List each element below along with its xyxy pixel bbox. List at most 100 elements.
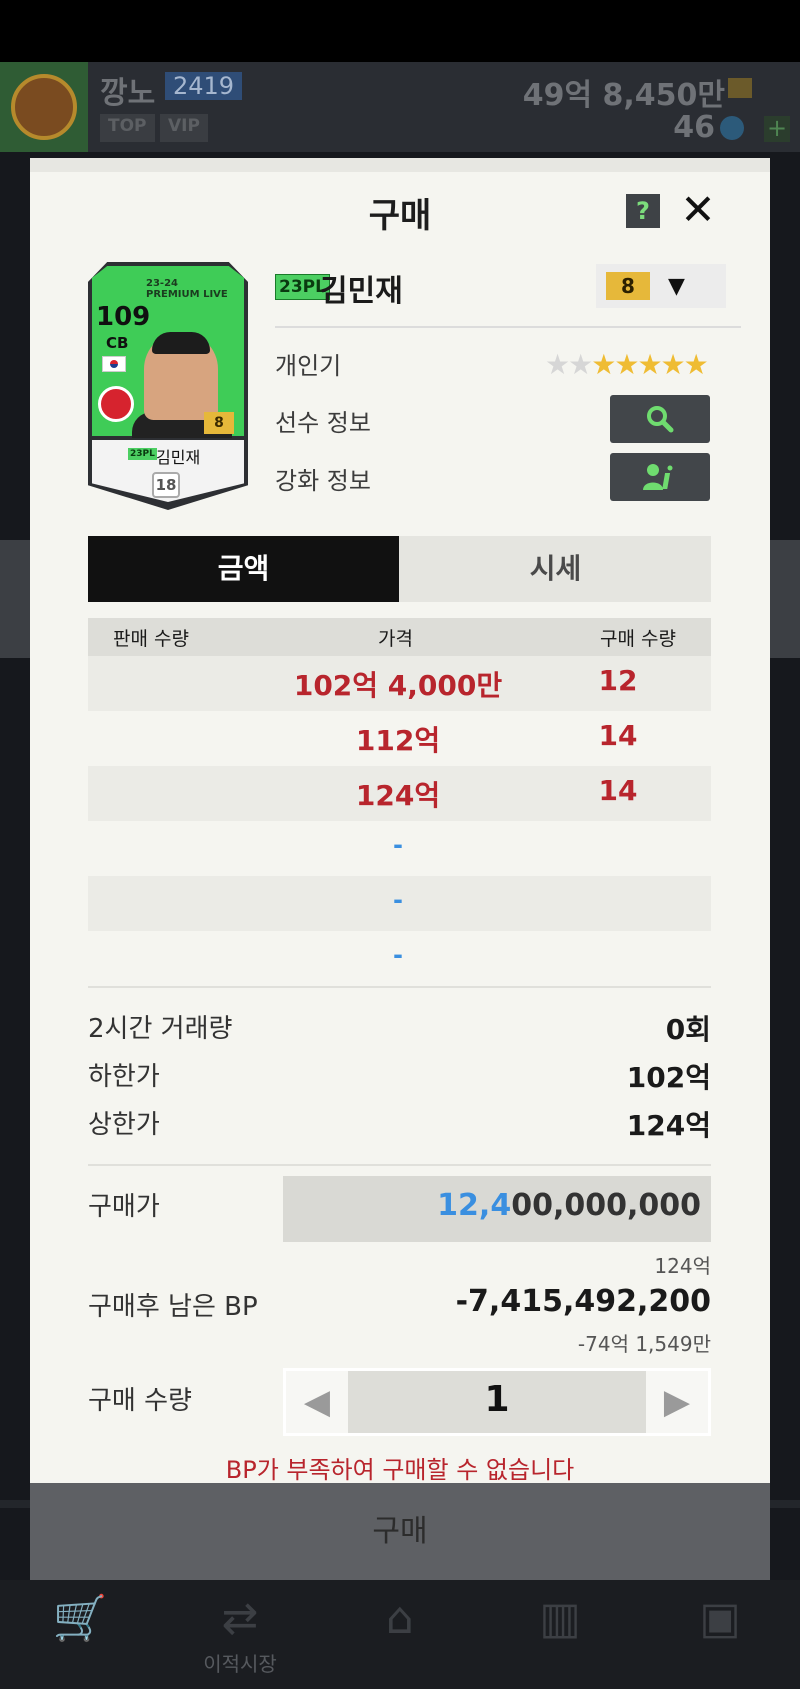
- tab-market-price[interactable]: 시세: [400, 536, 711, 602]
- row-price: -: [393, 831, 403, 859]
- modal-top-strip: [30, 158, 770, 172]
- chevron-down-icon: ▼: [668, 274, 685, 299]
- card-player-name: 김민재: [156, 448, 201, 467]
- row-buy-qty: 12: [598, 664, 638, 697]
- card-season-name: PREMIUM LIVE: [146, 289, 228, 300]
- volume-value: 0회: [665, 1013, 711, 1046]
- buy-price-rest: 00,000,000: [511, 1188, 701, 1223]
- max-price-label: 상한가: [88, 1110, 160, 1140]
- enhance-level-select[interactable]: 8 ▼: [596, 264, 726, 308]
- remaining-bp-label: 구매후 남은 BP: [88, 1292, 258, 1322]
- nav-shop[interactable]: 🛒: [20, 1590, 140, 1680]
- row-buy-qty: 14: [598, 774, 638, 807]
- star-icon: ★: [591, 348, 616, 381]
- card-season: 23-24 PREMIUM LIVE: [146, 278, 228, 300]
- nav-club[interactable]: ▣: [660, 1590, 780, 1680]
- row-price: 124억: [355, 779, 441, 812]
- star-icon: ★: [660, 348, 686, 381]
- tab-amount[interactable]: 금액: [88, 536, 399, 602]
- user-name: 깡노: [100, 76, 156, 111]
- enhance-info-button[interactable]: [610, 453, 710, 501]
- search-icon: [647, 406, 674, 433]
- top-tag: TOP: [100, 114, 155, 142]
- min-price-label: 하한가: [88, 1062, 160, 1092]
- bp-amount: 49억 8,450만: [522, 78, 725, 113]
- enhance-info-label: 강화 정보: [275, 467, 371, 495]
- nav-transfer-label: 이적시장: [203, 1652, 277, 1676]
- table-row[interactable]: 124억 14: [88, 766, 711, 821]
- table-header: 판매 수량 가격 구매 수량: [88, 618, 711, 656]
- korea-flag-icon: [102, 356, 126, 372]
- close-button[interactable]: ✕: [678, 188, 718, 232]
- header-sell-qty: 판매 수량: [113, 628, 189, 650]
- card-ovr: 109: [96, 302, 151, 332]
- player-info-label: 선수 정보: [275, 409, 371, 437]
- table-row: -: [88, 821, 711, 876]
- card-season-year: 23-24: [146, 278, 178, 289]
- remaining-bp-value: -7,415,492,200: [455, 1284, 711, 1319]
- buy-price-highlight: 12,4: [437, 1188, 512, 1223]
- bayern-crest-icon: [98, 386, 134, 422]
- decrease-qty-button[interactable]: ◀: [286, 1371, 348, 1433]
- purchase-modal: 구매 ? ✕ 23-24 PREMIUM LIVE 109 CB 8 23PL …: [30, 158, 770, 1484]
- row-price: 102억 4,000만: [293, 669, 503, 702]
- table-bottom-divider: [88, 986, 711, 990]
- help-button[interactable]: ?: [626, 194, 660, 228]
- home-icon: ⌂: [386, 1593, 414, 1644]
- user-level-badge: 2419: [165, 72, 243, 100]
- buy-price-value: 12,400,000,000: [437, 1188, 701, 1223]
- enhance-level-value: 8: [606, 272, 650, 300]
- quantity-stepper: ◀ 1 ▶: [283, 1368, 711, 1436]
- card-shield-icon: 18: [152, 472, 180, 498]
- row-price: 112억: [355, 724, 441, 757]
- vip-tag: VIP: [160, 114, 208, 142]
- app-screen: 깡노 2419 TOP VIP 49억 8,450만 46 + 구매 ? ✕ 2…: [0, 0, 800, 1689]
- player-info-button[interactable]: [610, 395, 710, 443]
- row-buy-qty: 14: [598, 719, 638, 752]
- min-price-value: 102억: [626, 1061, 711, 1094]
- header-price: 가격: [378, 628, 413, 650]
- row-price: -: [393, 886, 403, 914]
- header-buy-qty: 구매 수량: [600, 628, 676, 650]
- arrow-right-icon: ▶: [663, 1382, 691, 1422]
- buy-price-input[interactable]: 12,400,000,000: [283, 1176, 711, 1242]
- card-position: CB: [106, 334, 129, 352]
- table-row: -: [88, 931, 711, 986]
- star-icon: ★: [683, 348, 709, 381]
- club-logo[interactable]: [0, 62, 88, 152]
- buy-price-note: 124억: [654, 1254, 711, 1278]
- buy-qty-label: 구매 수량: [88, 1386, 192, 1416]
- info-divider: [275, 326, 741, 328]
- card-level-badge: 8: [204, 412, 234, 434]
- price-tabs: 금액 시세: [88, 536, 711, 602]
- star-icon: ★: [637, 348, 662, 381]
- popularity-label: 개인기: [275, 352, 342, 380]
- table-row[interactable]: 112억 14: [88, 711, 711, 766]
- remaining-bp-note: -74억 1,549만: [577, 1332, 711, 1356]
- buy-price-label: 구매가: [88, 1192, 160, 1222]
- player-photo: [144, 332, 218, 420]
- add-coin-button[interactable]: +: [764, 116, 790, 142]
- transfer-icon: ⇄: [221, 1593, 259, 1644]
- quantity-value: 1: [484, 1379, 510, 1420]
- volume-label: 2시간 거래량: [88, 1014, 233, 1044]
- row-price: -: [393, 941, 403, 969]
- max-price-value: 124억: [626, 1109, 711, 1142]
- table-row: -: [88, 876, 711, 931]
- star-icon: ★: [545, 348, 570, 381]
- table-row[interactable]: 102억 4,000만 12: [88, 656, 711, 711]
- briefcase-icon: ▣: [699, 1593, 741, 1644]
- cart-icon: 🛒: [52, 1593, 108, 1644]
- insufficient-bp-error: BP가 부족하여 구매할 수 없습니다: [225, 1456, 575, 1484]
- pitch-icon: ▥: [539, 1593, 581, 1644]
- status-bar: [0, 0, 800, 62]
- player-card[interactable]: 23-24 PREMIUM LIVE 109 CB 8 23PL 김민재 18: [88, 262, 248, 510]
- coin-icon: [720, 116, 744, 140]
- increase-qty-button[interactable]: ▶: [646, 1371, 708, 1433]
- nav-transfer-market[interactable]: ⇄ 이적시장: [180, 1590, 300, 1680]
- nav-home[interactable]: ⌂: [340, 1590, 460, 1680]
- bp-icon: [728, 78, 752, 98]
- buy-button[interactable]: 구매: [30, 1483, 770, 1580]
- bottom-nav: 🛒 ⇄ 이적시장 ⌂ ▥ ▣: [0, 1580, 800, 1689]
- nav-squad[interactable]: ▥: [500, 1590, 620, 1680]
